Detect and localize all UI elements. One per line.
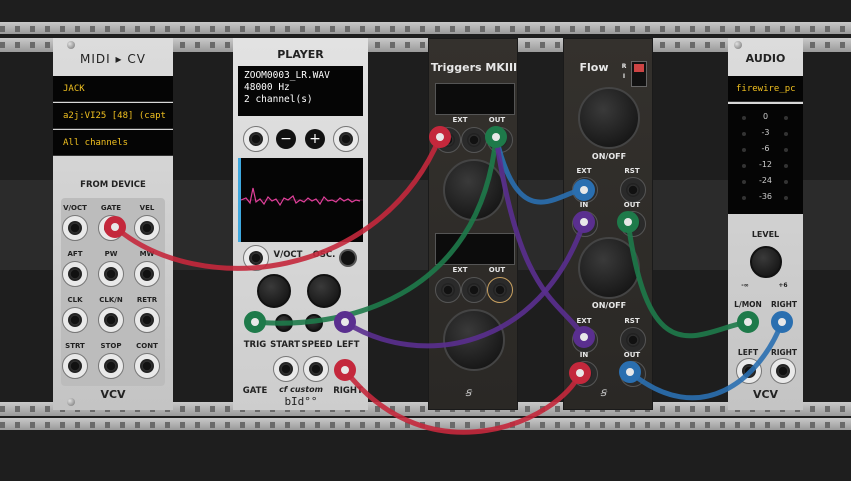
plug-purple[interactable] [334, 311, 356, 333]
cable-purple [493, 136, 587, 339]
cable-red [113, 136, 443, 271]
plug-red[interactable] [334, 359, 356, 381]
cable-blue [493, 136, 585, 205]
plug-green[interactable] [244, 311, 266, 333]
plug-red[interactable] [429, 126, 451, 148]
cable-red [343, 368, 583, 435]
plug-blue[interactable] [573, 179, 595, 201]
plug-purple[interactable] [573, 326, 595, 348]
plug-green[interactable] [617, 211, 639, 233]
plug-red[interactable] [569, 362, 591, 384]
plug-red[interactable] [104, 216, 126, 238]
plug-purple[interactable] [573, 211, 595, 233]
cable-green [254, 136, 499, 326]
plug-blue[interactable] [619, 361, 641, 383]
plug-green[interactable] [485, 126, 507, 148]
cable-purple [343, 221, 587, 349]
plug-blue[interactable] [771, 311, 793, 333]
cable-green [625, 221, 749, 339]
plug-green[interactable] [737, 311, 759, 333]
cable-layer [113, 136, 785, 435]
